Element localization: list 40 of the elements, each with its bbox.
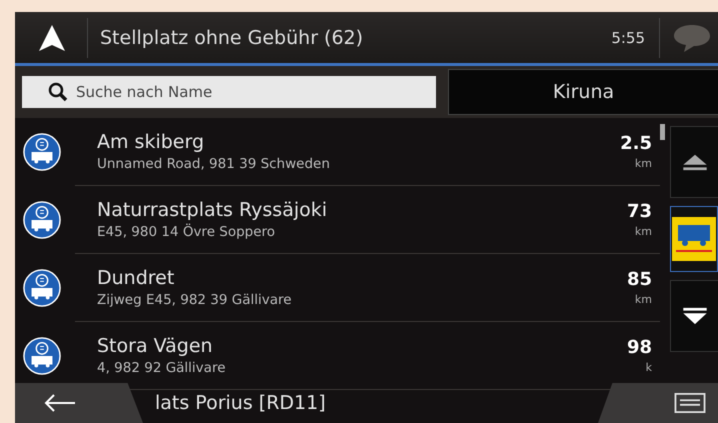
place-address: E45, 980 14 Övre Soppero	[97, 224, 276, 240]
menu-button[interactable]	[598, 383, 718, 423]
scroll-down-icon	[680, 307, 708, 325]
distance-value: 2.5	[620, 133, 652, 154]
distance-unit: km	[634, 225, 652, 238]
motorhome-euro-icon	[23, 200, 61, 238]
motorhome-euro-icon	[23, 132, 61, 170]
place-address: Unnamed Road, 981 39 Schweden	[97, 156, 331, 172]
list-item[interactable]: Dundret Zijweg E45, 982 39 Gällivare 85 km	[75, 254, 660, 322]
list-item[interactable]: Am skiberg Unnamed Road, 981 39 Schweden 2.5 km	[75, 118, 660, 186]
search-field[interactable]: Suche nach Name	[22, 76, 436, 108]
place-name: Dundret	[97, 267, 176, 289]
location-button[interactable]: Kiruna	[448, 69, 718, 115]
list-item[interactable]: Naturrastplats Ryssäjoki E45, 980 14 Övre Soppero 73 km	[75, 186, 660, 254]
motorhome-logo[interactable]	[670, 206, 718, 272]
distance-value: 85	[626, 269, 652, 290]
screen-title: Stellplatz ohne Gebühr (62)	[100, 26, 364, 48]
search-input[interactable]: Suche nach Name	[76, 77, 436, 107]
scroll-up-icon	[680, 153, 708, 171]
motorhome-euro-icon	[23, 268, 61, 306]
place-name: Stora Vägen	[97, 335, 214, 357]
place-address: Zijweg E45, 982 39 Gällivare	[97, 292, 293, 308]
place-name: Am skiberg	[97, 131, 206, 153]
motorhome-euro-icon	[23, 336, 61, 374]
place-name: Naturrastplats Ryssäjoki	[97, 199, 328, 221]
search-icon	[48, 82, 68, 102]
back-arrow-icon	[43, 393, 77, 413]
clock-time: 5:55	[611, 28, 645, 46]
distance-unit: km	[634, 293, 652, 306]
scroll-down-button[interactable]	[670, 280, 718, 352]
distance-unit: km	[634, 157, 652, 170]
back-button[interactable]	[15, 383, 143, 423]
place-address: 4, 982 92 Gällivare	[97, 360, 227, 376]
distance-value: 73	[626, 201, 652, 222]
scrollbar-thumb[interactable]	[660, 124, 665, 140]
distance-unit: k	[646, 361, 652, 374]
scroll-up-button[interactable]	[670, 126, 718, 198]
distance-value: 98	[626, 337, 652, 358]
navigation-arrow-icon[interactable]	[37, 22, 67, 52]
menu-icon	[674, 393, 706, 413]
